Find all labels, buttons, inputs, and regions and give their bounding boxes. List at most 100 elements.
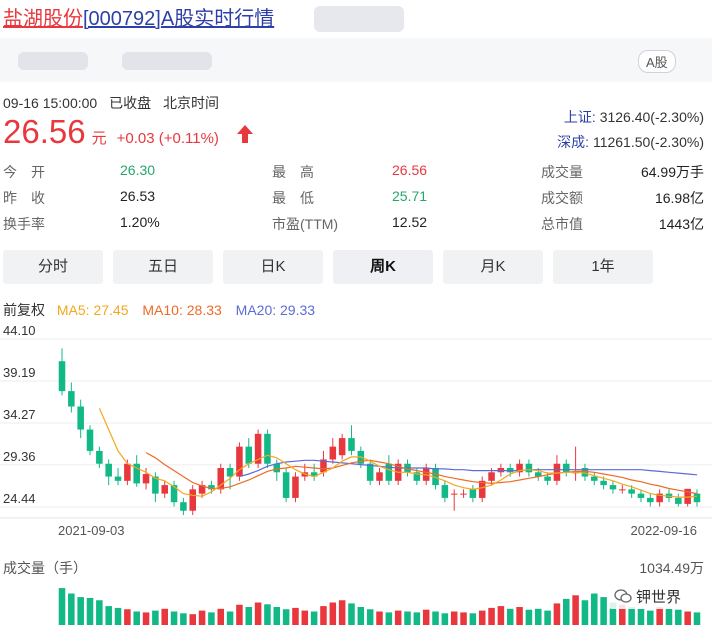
volume-bar [348, 603, 355, 625]
candlestick-chart[interactable]: 44.10 39.19 34.27 29.36 24.44 2021-09-03 2022-… [0, 325, 712, 550]
volume-bar [394, 610, 402, 625]
status-row: 09-16 15:00:00 已收盘 北京时间 [3, 93, 219, 113]
stock-name-link[interactable]: 盐湖股份 [3, 8, 83, 30]
candle-body [96, 450, 103, 464]
y-tick-label: 24.44 [3, 491, 36, 506]
stock-code-link[interactable]: [000792] [83, 8, 161, 30]
volume-bar [161, 608, 168, 625]
stat-value: 1443亿 [658, 216, 704, 232]
candle-body [441, 485, 449, 498]
stat-value: 26.56 [392, 162, 428, 178]
volume-bar [581, 600, 589, 625]
volume-bar [497, 606, 505, 625]
candle-body [226, 468, 234, 477]
stat-label: 今 开 [3, 164, 45, 180]
stat-value: 12.52 [392, 214, 428, 230]
stat-value: 26.53 [120, 188, 156, 204]
tab-0[interactable]: 分时 [3, 250, 103, 284]
volume-bar [432, 611, 439, 625]
volume-label: 成交量（手） [3, 560, 87, 576]
stat-label: 成交额 [541, 190, 583, 206]
index-sh-label[interactable]: 上证: [564, 109, 596, 125]
candle-body [366, 463, 374, 481]
candle-body [329, 446, 337, 460]
stat-value: 1.20% [120, 214, 160, 230]
volume-bar [478, 610, 486, 625]
volume-bar [441, 613, 449, 625]
candle-body [170, 485, 178, 503]
candle-body [189, 489, 197, 511]
y-tick-label: 39.19 [3, 365, 36, 380]
candle-body [619, 489, 626, 491]
volume-bar [562, 598, 570, 625]
volume-bar [124, 609, 131, 625]
tab-1[interactable]: 五日 [113, 250, 213, 284]
tab-5[interactable]: 1年 [553, 250, 653, 284]
volume-bar [488, 607, 495, 625]
redacted-area [314, 6, 404, 32]
stat-label: 市盈(TTM) [272, 216, 339, 232]
volume-bar [675, 609, 682, 625]
volume-bar [338, 600, 346, 625]
volume-bar [217, 608, 225, 625]
candle-body [647, 497, 654, 503]
volume-bar [180, 613, 187, 625]
tab-3[interactable]: 周K [333, 250, 433, 284]
candle-body [161, 485, 168, 494]
market-state: 已收盘 [109, 95, 152, 111]
index-sz-label[interactable]: 深成: [557, 134, 589, 150]
volume-bar [665, 608, 673, 625]
volume-bar [637, 608, 645, 625]
volume-bar [413, 612, 421, 625]
volume-bar [553, 603, 561, 625]
candle-body [544, 476, 551, 481]
price-currency: 元 [91, 130, 107, 147]
ma10-label: MA10: 28.33 [142, 302, 222, 318]
candle-body [282, 472, 290, 498]
volume-bar [460, 612, 467, 625]
candle-body [460, 493, 467, 495]
candle-body [553, 463, 561, 481]
candle-body [58, 361, 66, 392]
volume-bar [376, 611, 383, 625]
volume-bar [506, 608, 514, 625]
volume-bar [693, 612, 701, 625]
volume-bar [86, 598, 94, 625]
tab-2[interactable]: 日K [223, 250, 323, 284]
index-sz-value: 11261.50(-2.30%) [592, 134, 704, 150]
volume-bar [591, 593, 598, 625]
candle-body [180, 502, 187, 511]
candle-body [469, 489, 477, 498]
volume-bar [170, 611, 178, 625]
wechat-icon [614, 589, 632, 603]
volume-bar [329, 602, 337, 625]
volume-bar [58, 588, 66, 625]
candle-body [264, 433, 271, 464]
volume-bar [68, 593, 75, 625]
volume-bar [96, 600, 103, 625]
candle-body [609, 485, 617, 490]
volume-bar [684, 611, 691, 625]
volume-max-label: 1034.49万 [639, 560, 704, 576]
adjust-mode[interactable]: 前复权 [3, 302, 45, 318]
volume-bar [264, 604, 271, 625]
redacted-area [122, 52, 212, 70]
volume-bar [366, 609, 374, 625]
volume-chart[interactable] [0, 576, 712, 625]
volume-bar [254, 602, 262, 625]
volume-bar [469, 613, 477, 625]
volume-bar [226, 611, 234, 625]
quote-datetime: 09-16 15:00:00 [3, 95, 98, 111]
volume-bar [152, 610, 159, 625]
candle-body [376, 472, 383, 481]
current-price: 26.56 元 +0.03 (+0.11%) [3, 113, 254, 151]
volume-bar [142, 612, 150, 625]
stat-label: 成交量 [541, 164, 583, 180]
timezone-label: 北京时间 [162, 95, 219, 111]
volume-bar [525, 609, 533, 625]
volume-bar [198, 610, 206, 625]
tab-4[interactable]: 月K [443, 250, 543, 284]
page-title: 盐湖股份[000792]A股实时行情 [3, 2, 274, 31]
x-tick-label: 2021-09-03 [58, 523, 125, 538]
title-suffix-link[interactable]: A股实时行情 [161, 8, 274, 30]
